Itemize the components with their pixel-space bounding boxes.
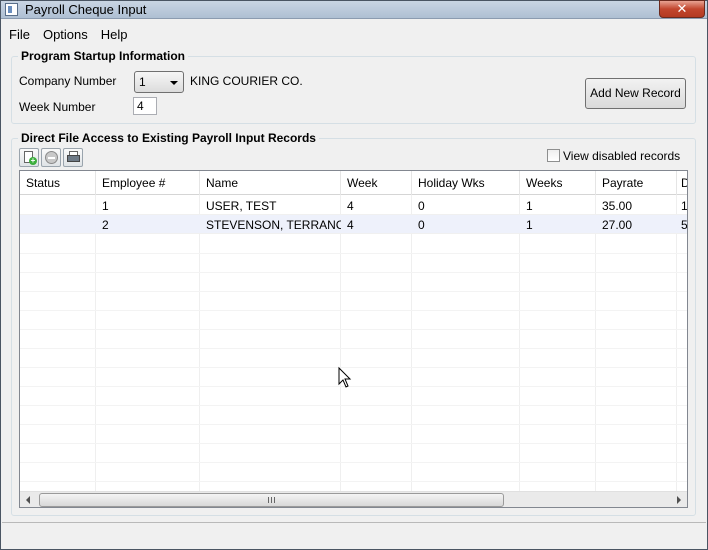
- scroll-right-icon[interactable]: [677, 496, 681, 504]
- records-table[interactable]: Status Employee # Name Week Holiday Wks …: [19, 170, 688, 508]
- cell-week: 4: [347, 218, 354, 232]
- company-number-select[interactable]: 1: [134, 71, 184, 93]
- close-button[interactable]: ✕: [659, 0, 705, 18]
- cell-week: 4: [347, 199, 354, 213]
- column-header-d[interactable]: D: [677, 171, 687, 195]
- column-header-week[interactable]: Week: [341, 171, 412, 195]
- cell-d: 5: [677, 215, 687, 234]
- company-name: KING COURIER CO.: [190, 74, 303, 88]
- cell-employee: 2: [102, 218, 109, 232]
- table-row[interactable]: 1 USER, TEST 4 0 1 35.00 1: [20, 196, 687, 215]
- week-number-input[interactable]: 4: [133, 97, 157, 115]
- cell-employee: 1: [102, 199, 109, 213]
- menu-options[interactable]: Options: [36, 25, 94, 42]
- cell-d: 1: [677, 196, 687, 215]
- chevron-down-icon: [170, 81, 178, 85]
- company-number-value: 1: [139, 75, 146, 89]
- company-number-label: Company Number: [19, 74, 117, 88]
- column-header-weeks[interactable]: Weeks: [520, 171, 596, 195]
- cell-payrate: 27.00: [602, 218, 633, 232]
- horizontal-scrollbar[interactable]: [20, 491, 687, 507]
- menu-help[interactable]: Help: [94, 25, 134, 42]
- app-icon: [5, 3, 18, 16]
- cell-holiday: 0: [418, 218, 425, 232]
- menu-file[interactable]: File: [2, 25, 36, 42]
- cell-holiday: 0: [418, 199, 425, 213]
- column-header-employee[interactable]: Employee #: [96, 171, 200, 195]
- cell-weeks: 1: [526, 218, 533, 232]
- column-header-payrate[interactable]: Payrate: [596, 171, 677, 195]
- title-bar[interactable]: Payroll Cheque Input ✕: [1, 0, 707, 19]
- cell-name: USER, TEST: [206, 199, 277, 213]
- new-record-icon[interactable]: +: [19, 148, 39, 167]
- records-group-title: Direct File Access to Existing Payroll I…: [18, 131, 319, 145]
- status-bar: [2, 522, 706, 549]
- disable-record-icon[interactable]: [41, 148, 61, 167]
- window-title: Payroll Cheque Input: [25, 2, 147, 17]
- cell-name: STEVENSON, TERRANCE: [206, 218, 341, 232]
- add-new-record-button[interactable]: Add New Record: [585, 78, 686, 109]
- table-header: Status Employee # Name Week Holiday Wks …: [20, 171, 687, 195]
- print-icon[interactable]: [63, 148, 83, 167]
- mouse-cursor-icon: [338, 366, 352, 388]
- cell-weeks: 1: [526, 199, 533, 213]
- week-number-label: Week Number: [19, 100, 96, 114]
- cell-payrate: 35.00: [602, 199, 633, 213]
- scroll-left-icon[interactable]: [26, 496, 30, 504]
- cell-status: [20, 215, 96, 234]
- view-disabled-label: View disabled records: [563, 149, 681, 163]
- table-row[interactable]: 2 STEVENSON, TERRANCE 4 0 1 27.00 5: [20, 215, 687, 234]
- view-disabled-checkbox[interactable]: [547, 149, 560, 162]
- startup-group-title: Program Startup Information: [18, 49, 189, 63]
- column-header-name[interactable]: Name: [200, 171, 341, 195]
- scrollbar-thumb[interactable]: [39, 493, 504, 507]
- column-header-holiday[interactable]: Holiday Wks: [412, 171, 520, 195]
- column-header-status[interactable]: Status: [20, 171, 96, 195]
- cell-status: [20, 196, 96, 215]
- app-window: Payroll Cheque Input ✕ File Options Help P…: [0, 0, 708, 550]
- menu-bar: File Options Help: [2, 25, 706, 45]
- grip-icon: [268, 497, 275, 503]
